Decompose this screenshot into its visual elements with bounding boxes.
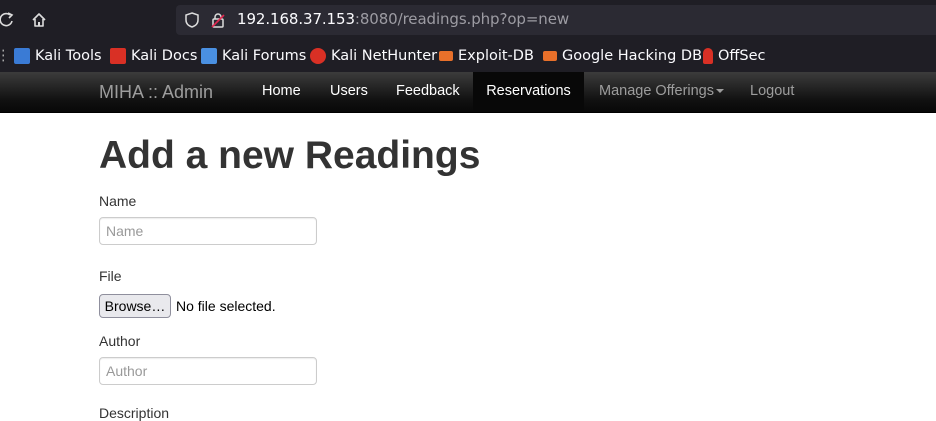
kali-docs-icon [110,48,126,64]
ghdb-icon [543,51,557,61]
nav-reservations-label: Reservations [486,83,571,99]
browse-file-button[interactable]: Browse… [99,294,171,318]
bookmark-label: Kali NetHunter [331,48,438,64]
page-title: Add a new Readings [99,134,481,177]
nav-manage-offerings-dropdown[interactable]: Manage Offerings [599,72,724,112]
bookmark-label: OffSec [718,48,766,64]
nav-reservations[interactable]: Reservations [473,72,584,112]
site-navbar: MIHA :: Admin Home Users Feedback Reserv… [0,72,936,113]
bookmark-kali-forums[interactable]: Kali Forums [201,40,306,72]
home-icon[interactable] [30,10,48,30]
bookmark-offsec[interactable]: OffSec [703,40,766,72]
bookmark-label: Google Hacking DB [562,48,703,64]
file-label: File [99,268,122,284]
description-label: Description [99,405,170,421]
author-label: Author [99,333,141,349]
bookmark-label: Exploit-DB [458,48,534,64]
url-path: :8080/readings.php?op=new [354,10,570,28]
browser-toolbar: 192.168.37.153:8080/readings.php?op=new [0,0,936,40]
nav-feedback[interactable]: Feedback [396,72,460,112]
bookmarks-bar: ⋮ Kali Tools Kali Docs Kali Forums Kali … [0,40,936,72]
offsec-icon [703,48,713,64]
file-status-text: No file selected. [176,298,276,314]
kali-forums-icon [201,48,217,64]
brand-link[interactable]: MIHA :: Admin [99,72,213,112]
bookmark-exploit-db[interactable]: Exploit-DB [439,40,534,72]
exploit-db-icon [439,51,453,61]
reload-icon[interactable] [0,10,14,30]
tracking-protection-shield-icon[interactable] [184,12,200,28]
bookmark-label: Kali Tools [35,48,102,64]
nav-users[interactable]: Users [330,72,368,112]
name-label: Name [99,193,137,209]
kali-tools-icon [14,48,30,64]
nav-manage-offerings-label: Manage Offerings [599,83,714,99]
kali-nethunter-icon [310,48,326,64]
address-bar[interactable]: 192.168.37.153:8080/readings.php?op=new [176,5,936,35]
caret-down-icon [716,89,724,94]
author-input[interactable] [99,357,317,385]
nav-logout[interactable]: Logout [750,72,794,112]
name-input[interactable] [99,217,317,245]
url-host: 192.168.37.153 [237,10,355,28]
bookmark-kali-docs[interactable]: Kali Docs [110,40,197,72]
nav-home[interactable]: Home [262,72,301,112]
url-text: 192.168.37.153:8080/readings.php?op=new [237,10,569,28]
bookmarks-overflow-icon[interactable]: ⋮ [0,40,11,72]
bookmark-google-hacking-db[interactable]: Google Hacking DB [543,40,702,72]
bookmark-label: Kali Forums [222,48,307,64]
bookmark-kali-tools[interactable]: Kali Tools [14,40,102,72]
bookmark-label: Kali Docs [131,48,198,64]
insecure-lock-icon[interactable] [210,12,226,28]
bookmark-kali-nethunter[interactable]: Kali NetHunter [310,40,437,72]
